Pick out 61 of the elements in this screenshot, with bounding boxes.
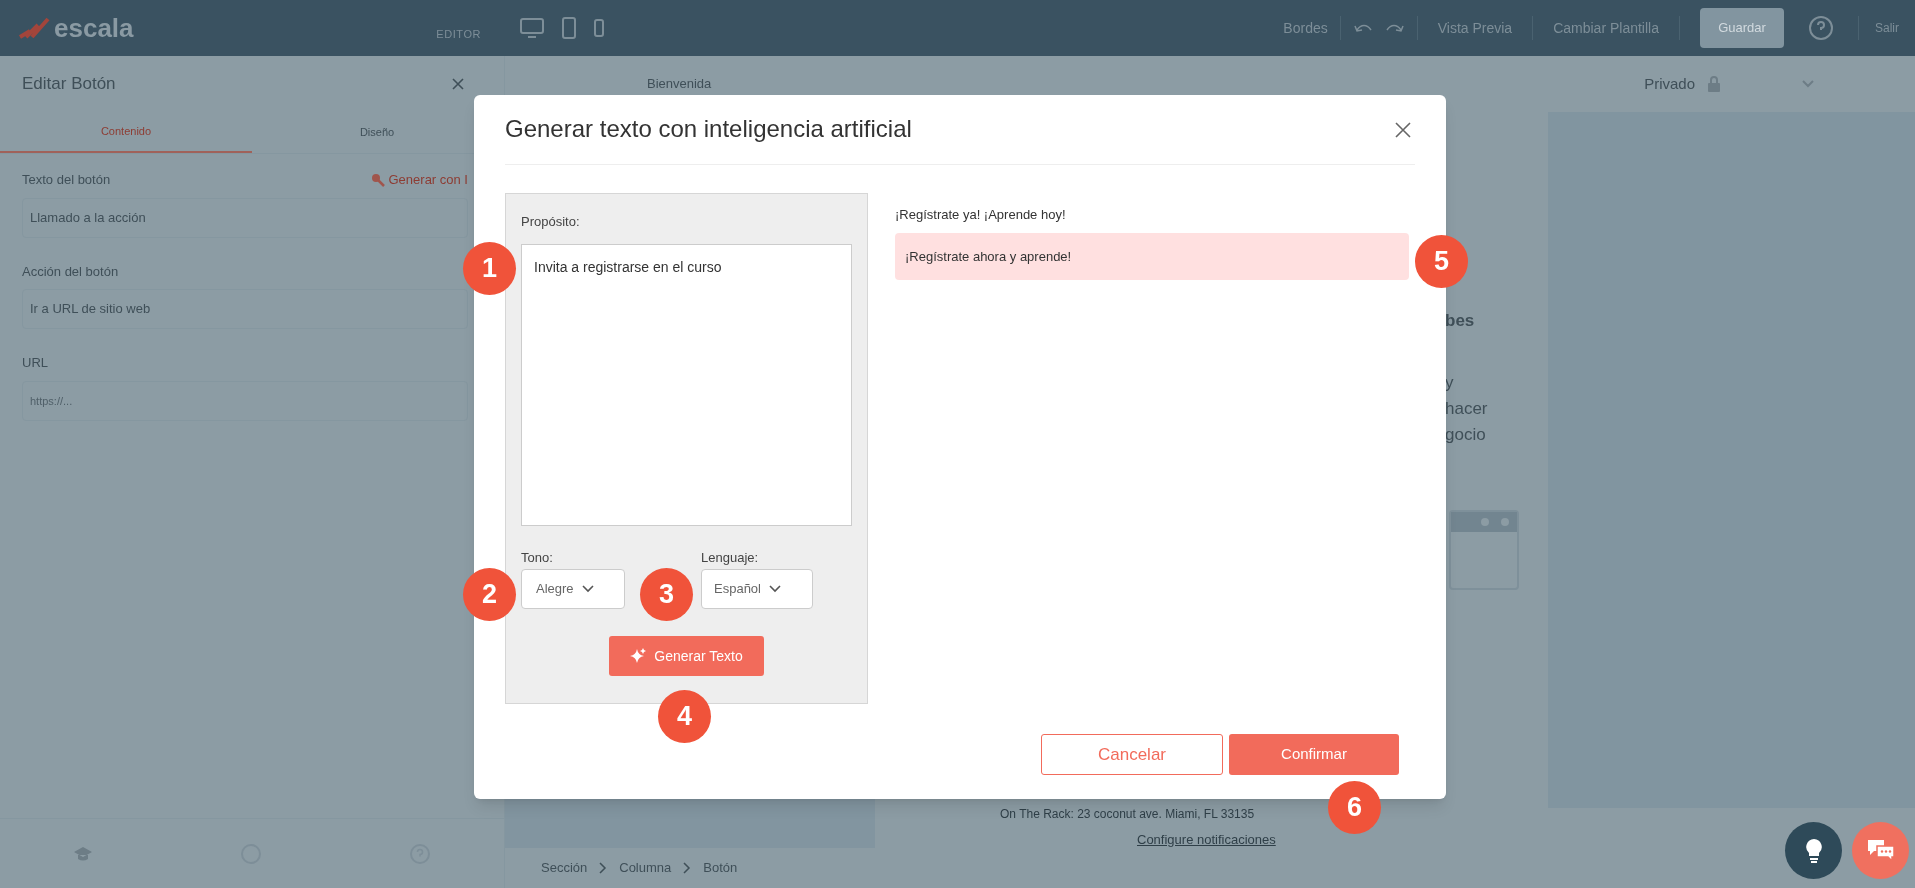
breadcrumb-item[interactable]: Botón [703,858,738,878]
cancel-button[interactable]: Cancelar [1041,734,1223,775]
chevron-down-icon [581,585,594,593]
logo-icon [18,17,50,39]
generate-button[interactable]: Generar Texto [609,636,764,676]
chevron-down-icon[interactable] [1801,79,1815,89]
tone-label: Tono: [521,548,554,567]
page-text: bes [1445,310,1476,332]
suggestion-option[interactable]: ¡Regístrate ahora y aprende! [895,233,1409,280]
language-label: Lenguaje: [701,548,760,567]
visibility-label: Privado [1644,73,1695,94]
page-text: y [1445,372,1455,394]
suggestion-option[interactable]: ¡Regístrate ya! ¡Aprende hoy! [895,201,1409,229]
chevron-right-icon [599,862,608,874]
save-button[interactable]: Guardar [1700,8,1784,48]
phone-icon[interactable] [593,19,605,37]
undo-icon[interactable] [1352,22,1373,34]
panel-title: Editar Botón [22,73,116,96]
panel-tab[interactable]: Diseño [282,112,472,153]
field-label: Acción del botón [22,262,120,281]
notifications-link[interactable]: Configure notificaciones [1137,830,1276,850]
lock-icon [1707,76,1721,92]
help-icon[interactable] [1808,15,1834,41]
sparkle-icon [630,648,647,664]
purpose-textarea[interactable]: Invita a registrarse en el curso [521,243,852,526]
text-field[interactable]: Llamado a la acción [22,197,468,238]
template-button[interactable]: Cambiar Plantilla [1533,17,1679,39]
breadcrumb-item[interactable]: Sección [541,858,588,878]
graduation-cap-icon[interactable] [73,844,94,863]
field-label: Texto del botón [22,171,111,189]
ai-link[interactable]: Generar con I [388,170,468,190]
chevron-down-icon [769,585,781,593]
preview-button[interactable]: Vista Previa [1417,17,1533,39]
exit-button[interactable]: Salir [1859,19,1899,37]
borders-toggle[interactable]: Bordes [1271,17,1340,39]
footer-address: On The Rack: 23 coconut ave. Miami, FL 33135 [1000,806,1255,823]
purpose-label: Propósito: [521,213,581,231]
redo-icon[interactable] [1384,22,1405,34]
page-name[interactable]: Bienvenida [647,74,712,94]
modal-title: Generar texto con inteligencia artificial [505,113,912,144]
page-text: hacer [1445,398,1488,420]
close-icon[interactable] [1395,121,1411,138]
key-icon [370,172,385,187]
action-select[interactable]: Ir a URL de sitio web [22,289,468,329]
page-text: gocio [1445,424,1487,446]
close-icon[interactable] [452,78,464,90]
chevron-right-icon [683,862,692,874]
field-label: URL [22,354,49,372]
mode-label: EDITOR [436,26,481,42]
tablet-icon[interactable] [561,17,577,39]
lightbulb-button[interactable] [1785,822,1842,879]
confirm-button[interactable]: Confirmar [1229,734,1399,775]
url-field[interactable]: https://... [22,380,468,421]
chat-button[interactable] [1852,822,1909,879]
logo-text: escala [54,11,134,45]
breadcrumb-item[interactable]: Columna [619,858,672,878]
language-select[interactable]: Español [701,569,813,609]
tone-select[interactable]: Alegre [521,569,625,609]
panel-tab[interactable]: Contenido [0,112,252,153]
lightbulb-icon [1804,837,1823,864]
desktop-icon[interactable] [519,17,545,39]
